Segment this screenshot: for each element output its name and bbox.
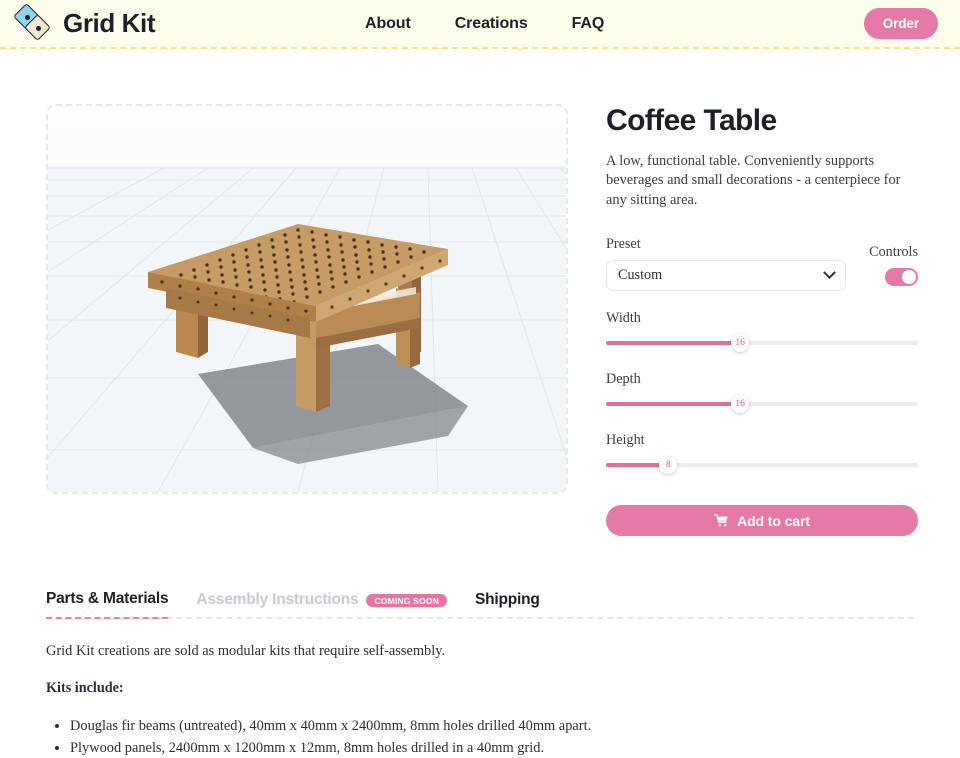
slider-depth-fill	[606, 402, 741, 407]
tab-parts-and-materials-label: Parts & Materials	[46, 590, 169, 608]
slider-width: Width 16	[606, 310, 918, 353]
slider-width-fill	[606, 341, 741, 346]
shopping-cart-icon	[714, 514, 728, 527]
page-title: Coffee Table	[606, 104, 777, 137]
add-to-cart-button[interactable]: Add to cart	[606, 505, 918, 537]
site-header: Grid Kit About Creations FAQ Order	[0, 0, 960, 49]
slider-depth-track[interactable]: 16	[606, 395, 918, 414]
add-to-cart-label: Add to cart	[737, 512, 810, 529]
tab-assembly-instructions-label: Assembly Instructions	[196, 591, 359, 609]
slider-height-thumb[interactable]: 8	[659, 456, 678, 475]
list-item: Douglas fir beams (untreated), 40mm x 40…	[70, 717, 914, 736]
brand[interactable]: Grid Kit	[13, 2, 156, 42]
status-badge-coming-soon: COMING SOON	[366, 593, 447, 608]
controls-toggle[interactable]	[885, 268, 918, 287]
model-viewport[interactable]	[46, 104, 568, 494]
slider-height-track[interactable]: 8	[606, 456, 918, 475]
main-nav: About Creations FAQ	[365, 15, 604, 33]
list-item: Plywood panels, 2400mm x 1200mm x 12mm, …	[70, 739, 914, 758]
slider-height: Height 8	[606, 432, 918, 475]
tab-parts-and-materials[interactable]: Parts & Materials	[46, 590, 169, 620]
preset-selected-value: Custom	[618, 267, 663, 284]
preset-field: Preset Custom	[606, 236, 846, 292]
nav-link-about[interactable]: About	[365, 15, 411, 33]
slider-depth: Depth 16	[606, 371, 918, 414]
slider-depth-label: Depth	[606, 371, 641, 388]
coffee-table-3d-model	[48, 106, 566, 492]
tab-shipping[interactable]: Shipping	[475, 591, 540, 618]
nav-link-creations[interactable]: Creations	[455, 15, 528, 33]
order-button[interactable]: Order	[863, 8, 938, 39]
preset-select[interactable]: Custom	[606, 260, 846, 292]
slider-height-label: Height	[606, 432, 645, 449]
tabs-section: Parts & Materials Assembly Instructions …	[0, 590, 960, 620]
tab-shipping-label: Shipping	[474, 591, 540, 609]
product-area: Coffee Table A low, functional table. Co…	[0, 49, 960, 537]
kits-include-heading: Kits include:	[46, 680, 124, 697]
nav-link-faq[interactable]: FAQ	[572, 15, 605, 33]
chevron-down-icon	[823, 266, 836, 280]
tab-assembly-instructions: Assembly Instructions COMING SOON	[196, 591, 447, 618]
controls-field: Controls	[869, 244, 918, 291]
slider-width-thumb[interactable]: 16	[731, 334, 750, 353]
preset-label: Preset	[606, 236, 641, 253]
slider-width-label: Width	[606, 310, 641, 327]
kit-contents-list: Douglas fir beams (untreated), 40mm x 40…	[46, 717, 914, 758]
product-details: Coffee Table A low, functional table. Co…	[606, 104, 918, 537]
tab-body-intro: Grid Kit creations are sold as modular k…	[46, 643, 446, 660]
controls-label: Controls	[869, 244, 918, 261]
brand-name: Grid Kit	[63, 8, 156, 38]
tab-panel-parts-and-materials: Grid Kit creations are sold as modular k…	[0, 643, 960, 758]
slider-width-track[interactable]: 16	[606, 334, 918, 353]
diamond-grid-logo-icon	[13, 2, 52, 42]
slider-depth-thumb[interactable]: 16	[731, 395, 750, 414]
product-description: A low, functional table. Conveniently su…	[606, 153, 901, 208]
tab-strip: Parts & Materials Assembly Instructions …	[46, 590, 914, 620]
preset-controls-row: Preset Custom Controls	[606, 236, 918, 292]
